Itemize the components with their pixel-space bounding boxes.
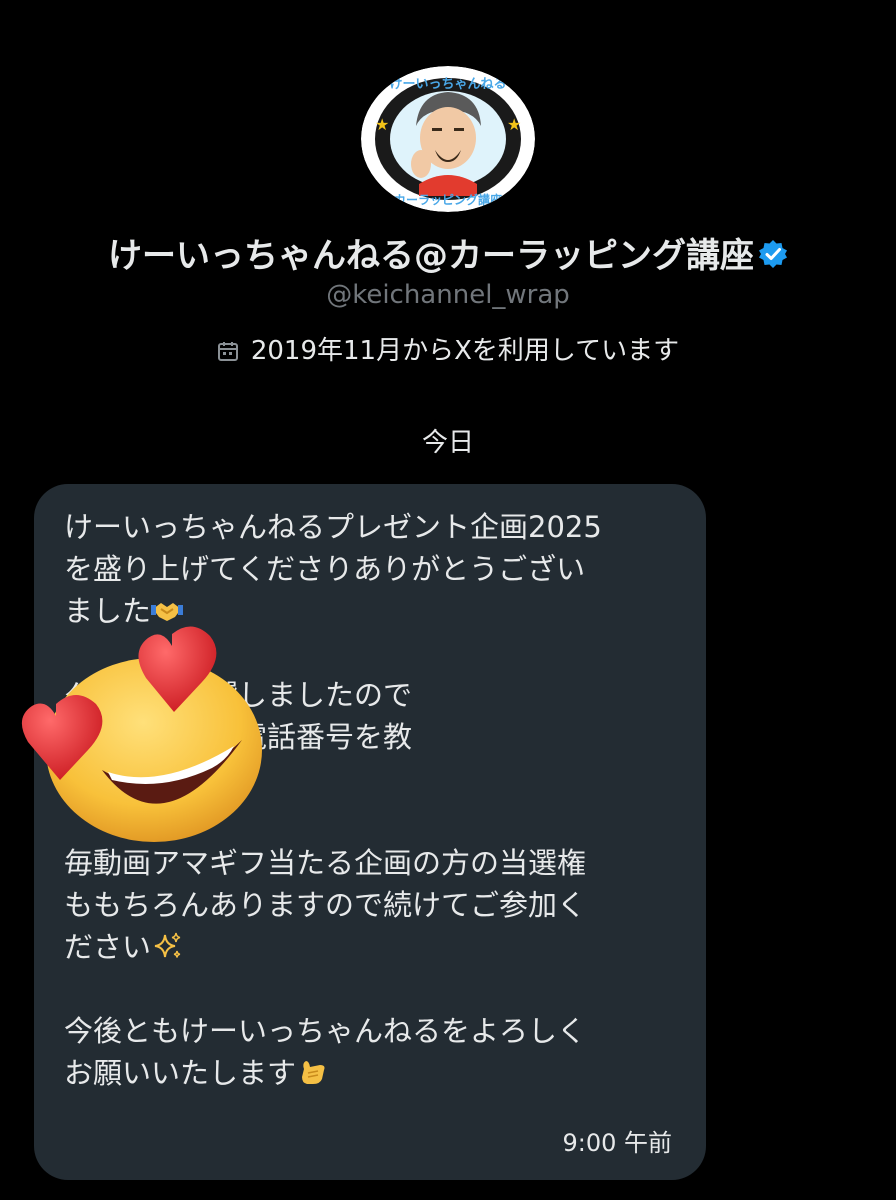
profile-avatar[interactable]: ★ ★ けーいっちゃんねる カーラッピング講座: [361, 66, 535, 212]
message-paragraph-3: 毎動画アマギフ当たる企画の方の当選権 ももちろんありますので続けてご参加く ださ…: [64, 846, 587, 964]
svg-text:けーいっちゃんねる: けーいっちゃんねる: [389, 77, 506, 92]
display-name-text: けーいっちゃんねる@カーラッピング講座: [108, 236, 754, 276]
calendar-icon: [217, 339, 239, 361]
message-paragraph-1: けーいっちゃんねるプレゼント企画2025 を盛り上げてくださりありがとうござい …: [64, 510, 602, 628]
call-me-hand-icon: [296, 1057, 328, 1087]
svg-text:★: ★: [507, 115, 521, 134]
svg-text:★: ★: [375, 115, 389, 134]
verified-badge-icon: [758, 238, 788, 268]
profile-handle: @keichannel_wrap: [326, 280, 570, 310]
profile-joined-date: 2019年11月からXを利用しています: [0, 330, 896, 367]
message-timestamp: 9:00 午前: [562, 1129, 672, 1157]
sparkles-icon: [151, 931, 183, 961]
message-paragraph-4: 今後ともけーいっちゃんねるをよろしく お願いいたします: [64, 1014, 587, 1090]
date-divider: 今日: [421, 428, 474, 458]
joined-text: 2019年11月からXを利用しています: [250, 336, 680, 366]
svg-text:カーラッピング講座: カーラッピング講座: [394, 192, 502, 207]
heart-eyes-sticker-icon: [12, 620, 274, 852]
profile-display-name[interactable]: けーいっちゃんねる@カーラッピング講座: [0, 228, 896, 277]
